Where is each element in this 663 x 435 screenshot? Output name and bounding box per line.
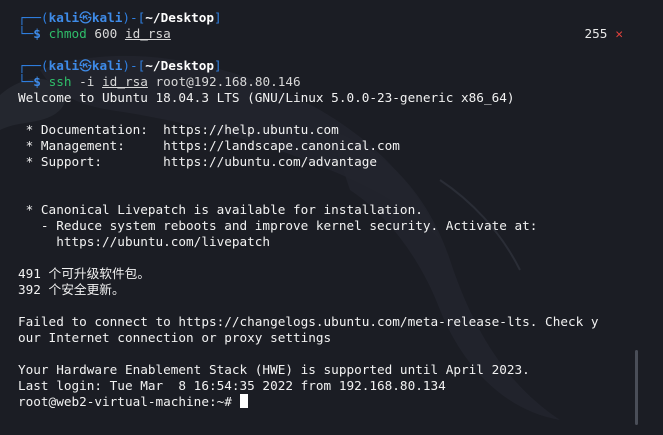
prompt-user: kali (48, 10, 80, 25)
command-args: 600 (86, 26, 125, 41)
command-name: chmod (48, 26, 87, 41)
output-line: 392 个安全更新。 (18, 282, 125, 297)
command-file-arg: id_rsa (124, 26, 171, 41)
text-cursor (239, 394, 248, 408)
error-x-icon: ✕ (615, 26, 623, 41)
exit-status: 255 ✕ (584, 26, 623, 42)
prompt-host: kali (91, 58, 123, 73)
terminal-window[interactable]: ┌──(kali㉿kali)-[~/Desktop] └─$ chmod 600… (18, 10, 633, 410)
output-line: Failed to connect to https://changelogs.… (18, 314, 599, 329)
output-line: Last login: Tue Mar 8 16:54:35 2022 from… (18, 378, 446, 393)
shell-prompt: root@web2-virtual-machine:~# (18, 394, 240, 409)
command-name: ssh (48, 74, 72, 89)
prompt-host: kali (91, 10, 123, 25)
command-flag: -i (71, 74, 103, 89)
output-line: our Internet connection or proxy setting… (18, 330, 332, 345)
output-line: * Canonical Livepatch is available for i… (18, 202, 423, 217)
prompt-at-icon: ㉿ (79, 58, 92, 73)
output-line: * Management: https://landscape.canonica… (18, 138, 400, 153)
prompt-cwd: ~/Desktop (145, 58, 215, 73)
output-line: * Support: https://ubuntu.com/advantage (18, 154, 378, 169)
exit-code: 255 (584, 26, 608, 41)
output-line: https://ubuntu.com/livepatch (18, 234, 271, 249)
prompt-at-icon: ㉿ (79, 10, 92, 25)
prompt-cwd: ~/Desktop (145, 10, 215, 25)
output-line: * Documentation: https://help.ubuntu.com (18, 122, 339, 137)
command-line-1: └─$ chmod 600 id_rsa 255 ✕ (18, 26, 623, 42)
prompt-header-2: ┌──(kali㉿kali)-[~/Desktop] (18, 58, 222, 73)
prompt-header-1: ┌──(kali㉿kali)-[~/Desktop] (18, 10, 222, 25)
output-line: Your Hardware Enablement Stack (HWE) is … (18, 362, 530, 377)
command-file-arg: id_rsa (102, 74, 148, 89)
shell-prompt-line[interactable]: root@web2-virtual-machine:~# (18, 394, 633, 410)
output-line: - Reduce system reboots and improve kern… (18, 218, 538, 233)
prompt-user: kali (48, 58, 80, 73)
command-target: root@192.168.80.146 (147, 74, 301, 89)
command-line-2: └─$ ssh -i id_rsa root@192.168.80.146 (18, 74, 301, 89)
output-line: Welcome to Ubuntu 18.04.3 LTS (GNU/Linux… (18, 90, 515, 105)
scrollbar[interactable] (635, 350, 638, 425)
output-line: 491 个可升级软件包。 (18, 266, 151, 281)
